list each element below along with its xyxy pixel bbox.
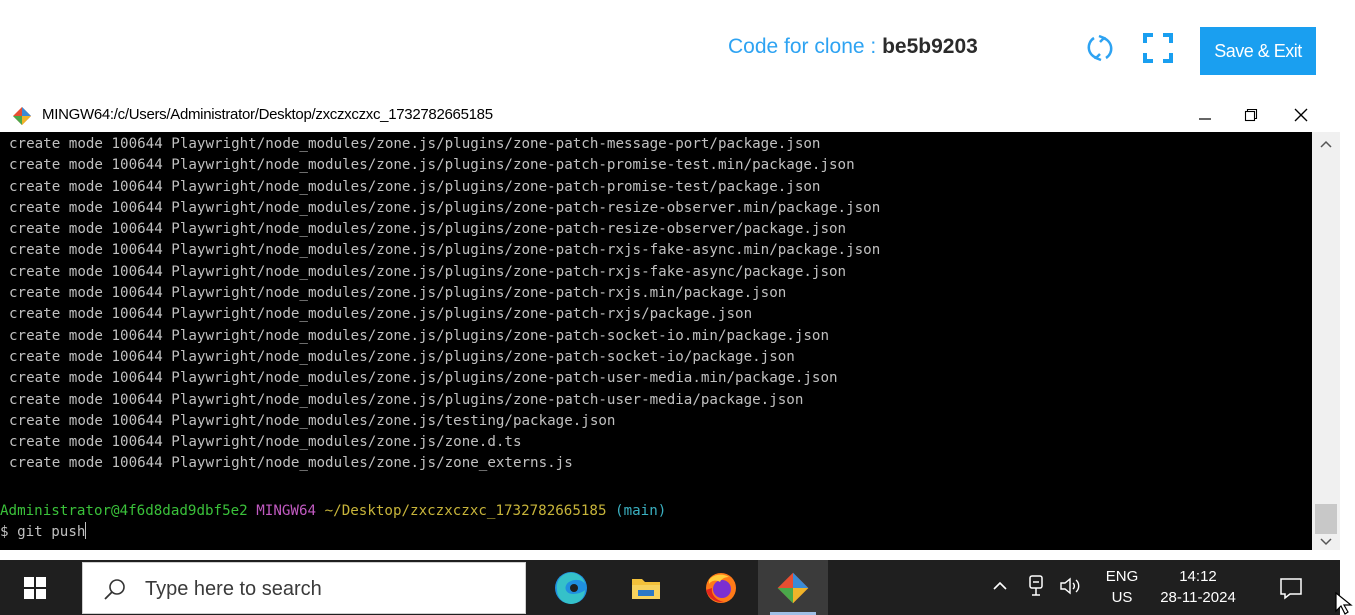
right-edge	[1340, 0, 1355, 615]
language-top: ENG	[1105, 568, 1139, 585]
maximize-icon	[1244, 108, 1258, 122]
terminal-line: create mode 100644 Playwright/node_modul…	[9, 157, 855, 174]
save-exit-button[interactable]: Save & Exit	[1200, 27, 1316, 75]
terminal-line: create mode 100644 Playwright/node_modul…	[9, 221, 847, 238]
terminal-command: $ git push	[0, 524, 86, 540]
close-icon	[1294, 108, 1308, 122]
terminal-line: create mode 100644 Playwright/node_modul…	[9, 285, 787, 302]
terminal-prompt: Administrator@4f6d8dad9dbf5e2 MINGW64 ~/…	[0, 501, 666, 522]
terminal-output[interactable]: create mode 100644 Playwright/node_modul…	[0, 132, 1312, 550]
edge-icon	[555, 571, 587, 604]
minimize-button[interactable]	[1182, 98, 1228, 132]
prompt-branch: (main)	[615, 503, 667, 519]
clock-date: 28-11-2024	[1160, 589, 1236, 606]
terminal-line: create mode 100644 Playwright/node_modul…	[9, 391, 804, 408]
windows-start-icon[interactable]	[24, 577, 46, 599]
mouse-pointer-icon	[1335, 592, 1353, 615]
terminal-line: create mode 100644 Playwright/node_modul…	[9, 263, 847, 280]
terminal-line: create mode 100644 Playwright/node_modul…	[9, 178, 821, 195]
taskbar-search-box[interactable]: Type here to search	[82, 562, 526, 614]
terminal-line: create mode 100644 Playwright/node_modul…	[9, 455, 573, 472]
firefox-icon	[706, 572, 736, 603]
fullscreen-icon[interactable]	[1142, 32, 1174, 64]
text-cursor	[85, 522, 87, 539]
clone-label-text: Code for clone :	[728, 35, 877, 58]
terminal-line: create mode 100644 Playwright/node_modul…	[9, 434, 522, 451]
language-indicator[interactable]: ENG US	[1102, 566, 1142, 608]
scroll-up-icon[interactable]	[1319, 138, 1333, 150]
terminal-lines: create mode 100644 Playwright/node_modul…	[9, 134, 880, 475]
taskbar-app-file-explorer[interactable]	[617, 560, 675, 615]
git-bash-icon	[12, 106, 32, 126]
top-bar: Code for clone : be5b9203 Save & Exit	[0, 0, 1355, 95]
scrollbar-thumb[interactable]	[1315, 504, 1337, 534]
pen-workspace-icon[interactable]	[1026, 574, 1048, 598]
terminal-line: create mode 100644 Playwright/node_modul…	[9, 370, 838, 387]
terminal-command-line[interactable]: $ git push	[0, 522, 87, 543]
prompt-user-host: Administrator@4f6d8dad9dbf5e2	[0, 503, 248, 519]
minimize-icon	[1199, 118, 1211, 120]
terminal-line: create mode 100644 Playwright/node_modul…	[9, 412, 616, 429]
taskbar-app-firefox[interactable]	[692, 560, 750, 615]
terminal-line: create mode 100644 Playwright/node_modul…	[9, 348, 795, 365]
sync-icon[interactable]	[1085, 32, 1115, 64]
chevron-up-icon[interactable]	[990, 576, 1010, 596]
clock-time: 14:12	[1179, 568, 1217, 585]
taskbar-app-edge[interactable]	[542, 560, 600, 615]
clone-code-label: Code for clone : be5b9203	[728, 35, 978, 59]
scroll-down-icon[interactable]	[1319, 536, 1333, 548]
notification-icon[interactable]	[1278, 575, 1304, 601]
terminal-line: create mode 100644 Playwright/node_modul…	[9, 306, 753, 323]
language-bottom: US	[1111, 589, 1133, 606]
prompt-system: MINGW64	[256, 503, 317, 519]
windows-taskbar: Type here to search ENG US 14:12 28-11-2…	[0, 560, 1340, 615]
prompt-path: ~/Desktop/zxczxczxc_1732782665185	[324, 503, 607, 519]
search-icon	[104, 579, 125, 600]
volume-icon[interactable]	[1058, 574, 1084, 598]
search-placeholder: Type here to search	[145, 578, 322, 600]
terminal-line: create mode 100644 Playwright/node_modul…	[9, 327, 829, 344]
window-title: MINGW64:/c/Users/Administrator/Desktop/z…	[42, 106, 493, 123]
window-titlebar: MINGW64:/c/Users/Administrator/Desktop/z…	[0, 98, 1340, 132]
terminal-line: create mode 100644 Playwright/node_modul…	[9, 242, 881, 259]
taskbar-app-git-bash[interactable]	[758, 560, 828, 615]
maximize-button[interactable]	[1228, 98, 1274, 132]
terminal-line: create mode 100644 Playwright/node_modul…	[9, 199, 881, 216]
file-explorer-icon	[632, 578, 660, 599]
terminal-scrollbar[interactable]	[1312, 132, 1340, 550]
git-bash-icon	[777, 572, 809, 603]
system-clock[interactable]: 14:12 28-11-2024	[1156, 566, 1240, 608]
clone-code-value: be5b9203	[882, 35, 978, 58]
close-button[interactable]	[1278, 98, 1324, 132]
terminal-line: create mode 100644 Playwright/node_modul…	[9, 136, 821, 152]
